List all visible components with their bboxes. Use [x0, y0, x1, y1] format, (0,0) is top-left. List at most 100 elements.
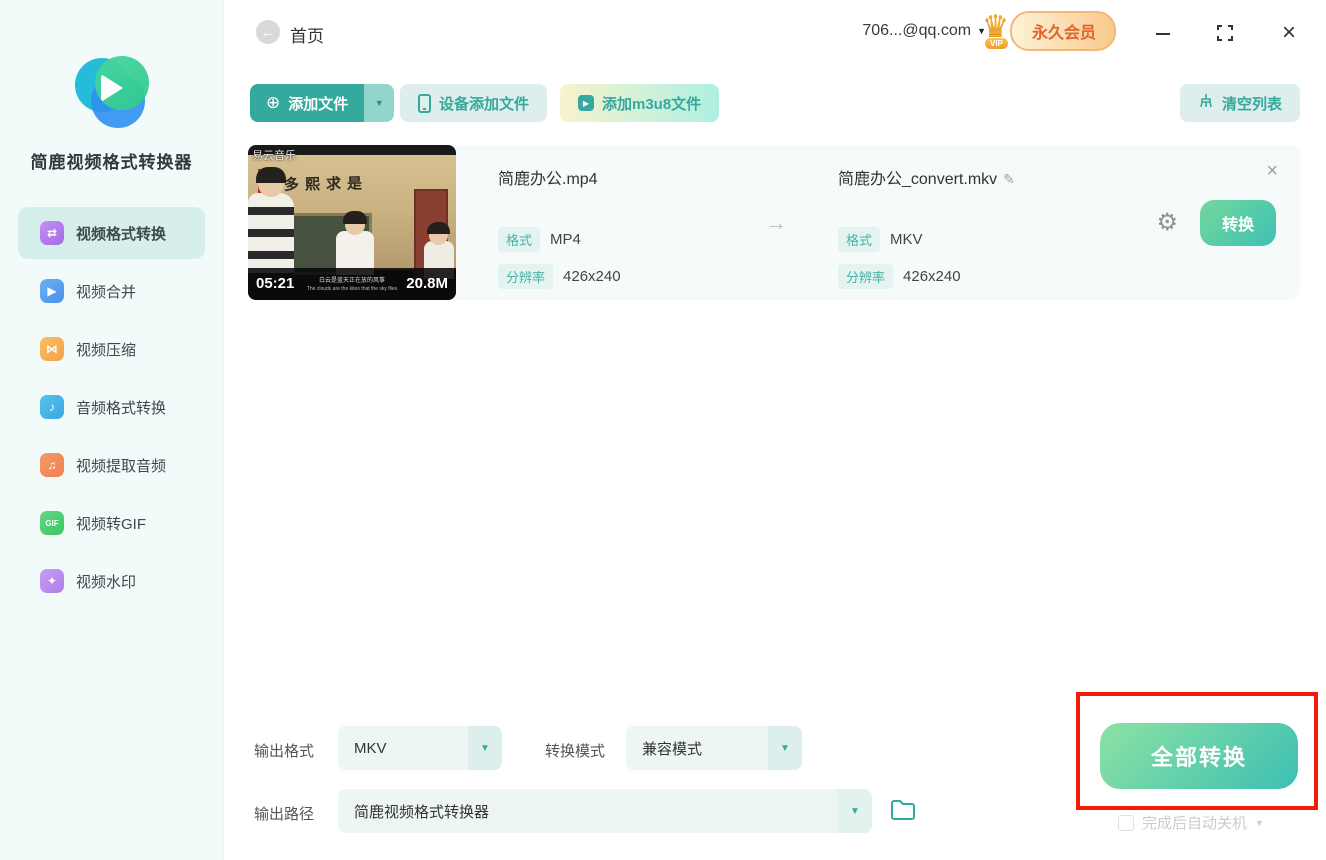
video-file-icon: ▶ — [578, 95, 594, 111]
chevron-down-icon: ▼ — [468, 726, 502, 770]
close-button[interactable]: × — [1276, 19, 1302, 46]
source-info: 简鹿办公.mp4 格式 MP4 分辨率 426x240 — [456, 145, 756, 300]
account-email: 706...@qq.com — [862, 22, 972, 39]
output-path-select[interactable]: 简鹿视频格式转换器 ▼ — [338, 789, 872, 833]
edit-pencil-icon[interactable]: ✎ — [1003, 171, 1015, 187]
video-duration: 05:21 — [256, 275, 295, 292]
sidebar-item-label: 音频格式转换 — [76, 399, 167, 417]
account-menu[interactable]: 706...@qq.com ▼ — [862, 22, 986, 40]
format-tag: 格式 — [498, 227, 541, 252]
file-row: 多熙求是 易云音乐 白云是蓝天正在放的风筝 The clouds are the… — [248, 145, 1300, 300]
sidebar-item-label: 视频转GIF — [76, 515, 146, 533]
chevron-down-icon[interactable]: ▼ — [1255, 818, 1264, 828]
back-button[interactable]: ← — [256, 20, 280, 44]
sidebar-item-label: 视频合并 — [76, 283, 137, 301]
toolbar: ⊕ 添加文件 ▼ 设备添加文件 ▶ 添加m3u8文件 清空列表 — [224, 84, 1326, 124]
sidebar-item-audio-format-convert[interactable]: ♪ 音频格式转换 — [18, 381, 205, 433]
target-filename: 简鹿办公_convert.mkv ✎ — [838, 171, 1015, 188]
remove-file-icon[interactable]: × — [1266, 161, 1278, 181]
crown-icon: ♛ VIP — [981, 10, 1009, 50]
output-path-value: 简鹿视频格式转换器 — [354, 803, 490, 821]
sidebar-item-video-watermark[interactable]: ✦ 视频水印 — [18, 555, 205, 607]
thumbnail-scene: 多熙求是 — [248, 155, 456, 281]
device-add-label: 设备添加文件 — [439, 95, 530, 113]
auto-shutdown-option: 完成后自动关机 ▼ — [1118, 812, 1264, 833]
phone-icon — [418, 93, 431, 113]
source-resolution-value: 426x240 — [563, 268, 621, 285]
target-info: 简鹿办公_convert.mkv ✎ 格式 MKV 分辨率 426x240 — [796, 145, 1096, 300]
video-thumbnail[interactable]: 多熙求是 易云音乐 白云是蓝天正在放的风筝 The clouds are the… — [248, 145, 456, 300]
banner-text: 多熙求是 — [284, 175, 369, 194]
watermark-icon: ✦ — [40, 569, 64, 593]
output-format-value: MKV — [354, 739, 387, 757]
resolution-tag: 分辨率 — [498, 264, 554, 289]
arrow-right-icon: → — [765, 209, 787, 235]
vip-label: 永久会员 — [1009, 11, 1116, 51]
sidebar: 简鹿视频格式转换器 ⇄ 视频格式转换 ▶ 视频合并 ⋈ 视频压缩 ♪ 音频格式转… — [0, 0, 224, 860]
minimize-button[interactable] — [1150, 20, 1176, 46]
add-m3u8-label: 添加m3u8文件 — [602, 95, 702, 113]
sidebar-item-video-format-convert[interactable]: ⇄ 视频格式转换 — [18, 207, 205, 259]
device-add-file-button[interactable]: 设备添加文件 — [400, 84, 548, 122]
convert-mode-value: 兼容模式 — [642, 740, 703, 758]
app-logo-icon — [73, 52, 151, 130]
app-title: 简鹿视频格式转换器 — [30, 153, 193, 172]
sidebar-item-label: 视频格式转换 — [76, 225, 167, 243]
video-filesize: 20.8M — [406, 275, 448, 292]
add-file-button[interactable]: ⊕ 添加文件 ▼ — [250, 84, 395, 122]
clear-list-button[interactable]: 清空列表 — [1179, 84, 1300, 122]
close-icon: × — [1281, 19, 1296, 46]
audio-convert-icon: ♪ — [40, 395, 64, 419]
vip-badge[interactable]: ♛ VIP 永久会员 — [980, 10, 1116, 51]
auto-shutdown-label: 完成后自动关机 — [1142, 815, 1248, 832]
app-window: { "app": { "title": "简鹿视频格式转换器" }, "topb… — [0, 0, 1326, 860]
app-logo: 简鹿视频格式转换器 — [0, 0, 223, 173]
gear-icon[interactable]: ⚙ — [1156, 208, 1178, 237]
broom-icon — [1198, 93, 1214, 113]
gif-icon: GIF — [40, 511, 64, 535]
chevron-down-icon: ▼ — [768, 726, 802, 770]
video-convert-icon: ⇄ — [40, 221, 64, 245]
format-tag: 格式 — [838, 227, 881, 252]
folder-icon[interactable] — [890, 798, 916, 827]
convert-all-button[interactable]: 全部转换 — [1100, 723, 1298, 789]
chevron-down-icon: ▼ — [838, 789, 872, 833]
topbar: ← 首页 706...@qq.com ▼ ♛ VIP 永久会员 × — [224, 0, 1326, 64]
thumbnail-watermark: 易云音乐 — [252, 150, 296, 162]
chevron-down-icon: ▼ — [374, 98, 384, 108]
resolution-tag: 分辨率 — [838, 264, 894, 289]
add-file-dropdown[interactable]: ▼ — [364, 84, 395, 122]
extract-audio-icon: ♫ — [40, 453, 64, 477]
page-title: 首页 — [290, 27, 324, 46]
sidebar-item-video-to-gif[interactable]: GIF 视频转GIF — [18, 497, 205, 549]
convert-mode-select[interactable]: 兼容模式 ▼ — [626, 726, 802, 770]
maximize-button[interactable] — [1212, 20, 1238, 46]
sidebar-menu: ⇄ 视频格式转换 ▶ 视频合并 ⋈ 视频压缩 ♪ 音频格式转换 ♫ 视频提取音频… — [0, 207, 223, 607]
source-format-value: MP4 — [550, 231, 581, 248]
convert-mode-label: 转换模式 — [545, 743, 606, 760]
convert-button[interactable]: 转换 — [1199, 199, 1276, 246]
minimize-icon — [1156, 33, 1170, 35]
clear-list-label: 清空列表 — [1221, 95, 1282, 113]
source-filename: 简鹿办公.mp4 — [498, 171, 598, 188]
sidebar-item-video-compress[interactable]: ⋈ 视频压缩 — [18, 323, 205, 375]
auto-shutdown-checkbox[interactable] — [1118, 814, 1134, 831]
play-icon — [100, 74, 123, 102]
video-compress-icon: ⋈ — [40, 337, 64, 361]
sidebar-item-label: 视频水印 — [76, 573, 137, 591]
output-path-label: 输出路径 — [254, 806, 315, 823]
sidebar-item-label: 视频提取音频 — [76, 457, 167, 475]
output-format-select[interactable]: MKV ▼ — [338, 726, 502, 770]
sidebar-item-video-merge[interactable]: ▶ 视频合并 — [18, 265, 205, 317]
sidebar-item-label: 视频压缩 — [76, 341, 137, 359]
add-m3u8-button[interactable]: ▶ 添加m3u8文件 — [560, 84, 720, 122]
sidebar-item-extract-audio[interactable]: ♫ 视频提取音频 — [18, 439, 205, 491]
back-arrow-icon: ← — [260, 23, 276, 41]
video-merge-icon: ▶ — [40, 279, 64, 303]
output-format-label: 输出格式 — [254, 743, 315, 760]
plus-circle-icon: ⊕ — [266, 93, 281, 112]
target-format-value: MKV — [890, 231, 923, 248]
target-resolution-value: 426x240 — [903, 268, 961, 285]
maximize-icon — [1217, 25, 1233, 41]
add-file-label: 添加文件 — [288, 95, 349, 113]
